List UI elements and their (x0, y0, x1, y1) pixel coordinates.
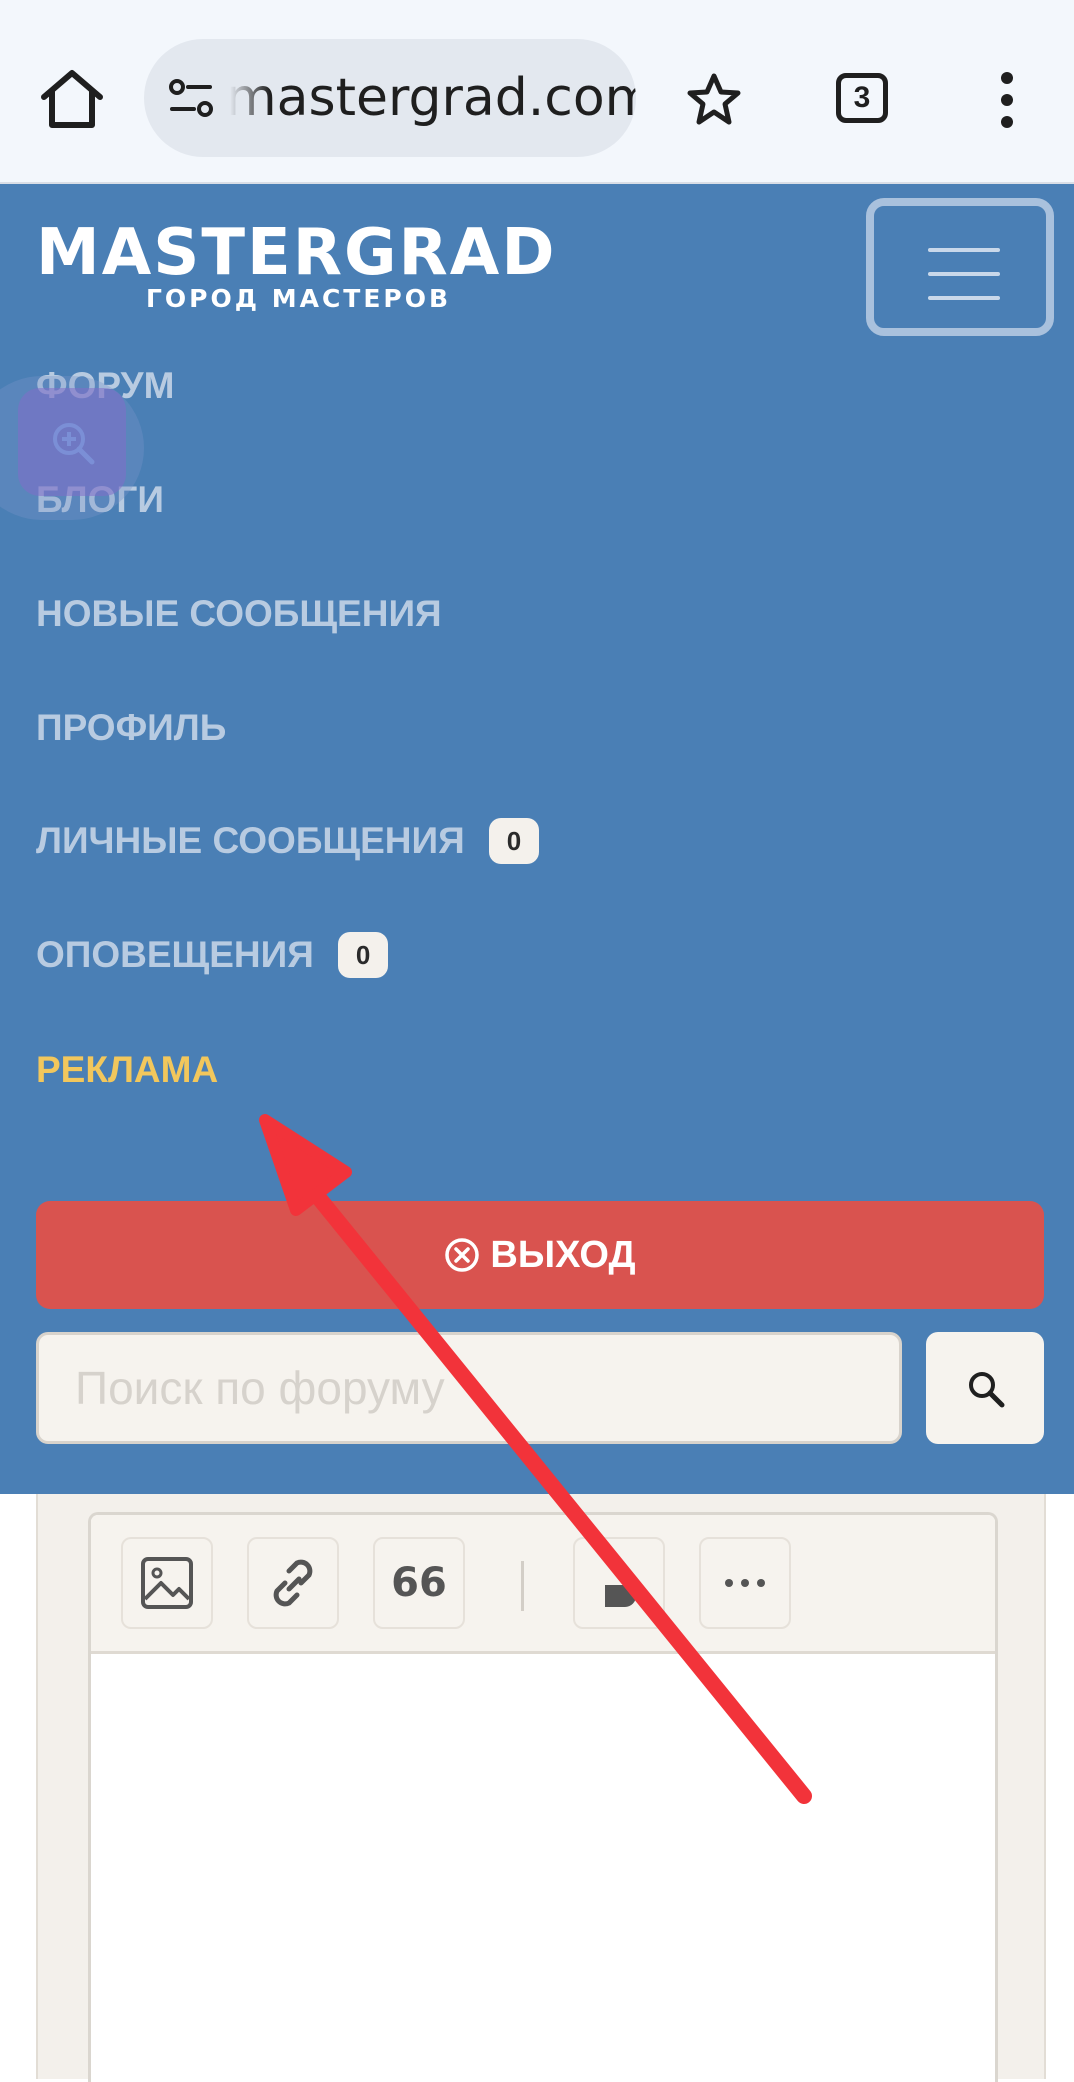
post-editor[interactable]: 66 (88, 1512, 998, 2082)
nav-advertising[interactable]: РЕКЛАМА (36, 1048, 218, 1092)
notifications-count-badge: 0 (337, 932, 389, 978)
bold-icon (605, 1585, 636, 1607)
nav-private-messages-label: ЛИЧНЫЕ СООБЩЕНИЯ (36, 820, 465, 861)
editor-toolbar: 66 (91, 1515, 995, 1654)
zoom-overlay-button[interactable] (0, 376, 144, 520)
link-icon (273, 1559, 313, 1607)
search-button[interactable] (926, 1332, 1044, 1444)
toolbar-separator (521, 1561, 524, 1611)
address-bar[interactable]: mastergrad.com (144, 39, 636, 157)
home-icon[interactable] (38, 67, 106, 131)
insert-link-button[interactable] (247, 1537, 339, 1629)
logout-button[interactable]: ВЫХОД (36, 1201, 1044, 1309)
star-icon[interactable] (686, 72, 742, 128)
insert-quote-button[interactable]: 66 (373, 1537, 465, 1629)
more-vert-icon[interactable] (990, 70, 1024, 130)
bold-button[interactable] (573, 1537, 665, 1629)
nav-new-posts[interactable]: НОВЫЕ СООБЩЕНИЯ (36, 592, 442, 636)
zoom-in-icon (53, 423, 95, 465)
url-text[interactable]: mastergrad.com (226, 65, 636, 131)
hamburger-icon (928, 248, 1000, 300)
nav-notifications[interactable]: ОПОВЕЩЕНИЯ 0 (36, 932, 389, 978)
more-options-button[interactable] (699, 1537, 791, 1629)
nav-private-messages[interactable]: ЛИЧНЫЕ СООБЩЕНИЯ 0 (36, 818, 540, 864)
site-settings-icon[interactable] (168, 75, 214, 121)
nav-notifications-label: ОПОВЕЩЕНИЯ (36, 934, 314, 975)
search-icon (969, 1372, 1005, 1408)
logo-tagline: ГОРОД МАСТЕРОВ (146, 284, 452, 313)
nav-profile[interactable]: ПРОФИЛЬ (36, 706, 226, 750)
browser-toolbar: mastergrad.com 3 (0, 0, 1074, 184)
logo[interactable]: MASTERGRAD (36, 218, 556, 288)
forum-search-input[interactable]: Поиск по форуму (36, 1332, 902, 1444)
quote-icon: 66 (391, 1560, 447, 1606)
insert-image-button[interactable] (121, 1537, 213, 1629)
messages-count-badge: 0 (488, 818, 540, 864)
logout-label: ВЫХОД (490, 1233, 636, 1276)
close-circle-icon (445, 1238, 480, 1272)
tabs-button[interactable]: 3 (836, 73, 888, 123)
url-fade (230, 39, 270, 157)
menu-toggle-button[interactable] (866, 198, 1054, 336)
image-icon (141, 1557, 193, 1609)
more-horiz-icon (725, 1579, 765, 1587)
site-header: MASTERGRAD ГОРОД МАСТЕРОВ ФОРУМ БЛОГИ НО… (0, 184, 1074, 1494)
